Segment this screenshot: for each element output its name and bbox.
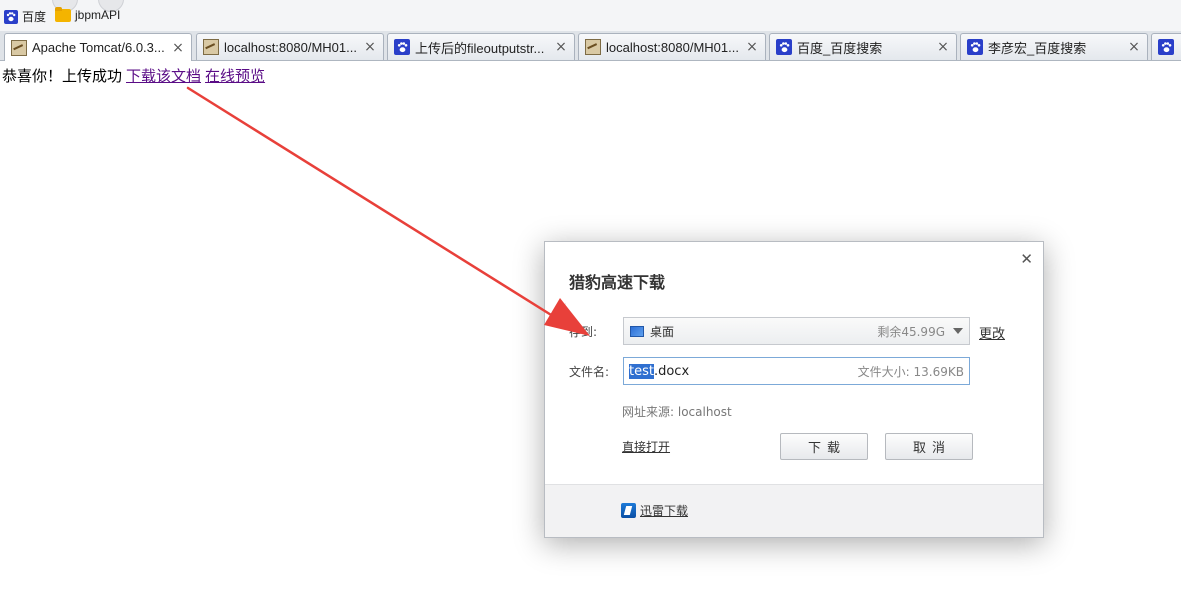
tab-title: localhost:8080/MH01... — [606, 39, 739, 55]
baidu-paw-icon — [776, 39, 792, 55]
baidu-paw-icon — [1158, 39, 1174, 55]
tomcat-icon — [585, 39, 601, 55]
download-dialog: 猎豹高速下载 ✕ 存到: 桌面 剩余45.99G 更改 文件名: test .do… — [544, 241, 1044, 538]
open-directly-link[interactable]: 直接打开 — [622, 438, 670, 455]
download-button[interactable]: 下载 — [780, 433, 868, 460]
filename-extension: .docx — [653, 363, 690, 379]
thunder-label: 迅雷下载 — [640, 504, 689, 518]
folder-icon — [55, 6, 71, 22]
tab-title: Apache Tomcat/6.0.3... — [32, 40, 165, 55]
file-size: 文件大小: 13.69KB — [857, 364, 964, 379]
success-message: 恭喜你！上传成功 — [2, 67, 123, 85]
bookmark-folder-jbpmapi[interactable]: jbpmAPI — [55, 6, 121, 22]
filename-label: 文件名: — [569, 365, 610, 379]
change-location-link[interactable]: 更改 — [979, 323, 1005, 342]
close-icon[interactable]: × — [363, 39, 377, 55]
save-to-label: 存到: — [569, 325, 598, 339]
tab-baidu-search[interactable]: 百度_百度搜索 × — [769, 33, 957, 60]
bookmark-baidu[interactable]: 百度 — [4, 8, 46, 25]
tab-localhost-2[interactable]: localhost:8080/MH01... × — [578, 33, 766, 60]
filename-field[interactable]: test .docx 文件大小: 13.69KB — [623, 357, 970, 385]
close-icon[interactable]: × — [1127, 39, 1141, 55]
close-icon[interactable]: × — [745, 39, 759, 55]
close-icon[interactable]: × — [936, 39, 950, 55]
download-document-link[interactable]: 下载该文档 — [126, 67, 201, 85]
tab-title: 百度_百度搜索 — [797, 40, 883, 56]
baidu-paw-icon — [4, 9, 18, 24]
tab-title: 上传后的fileoutputstr... — [415, 40, 545, 56]
tab-partial[interactable] — [1151, 33, 1181, 60]
tab-title: 李彦宏_百度搜索 — [988, 40, 1087, 56]
close-icon[interactable]: ✕ — [1020, 250, 1033, 268]
baidu-paw-icon — [394, 39, 410, 55]
chevron-down-icon — [953, 328, 963, 334]
source-url: 网址来源: localhost — [622, 405, 732, 419]
tab-fileoutputstream[interactable]: 上传后的fileoutputstr... × — [387, 33, 575, 60]
location-value: 桌面 — [650, 324, 675, 339]
baidu-paw-icon — [967, 39, 983, 55]
thunder-download-link[interactable]: 迅雷下载 — [621, 502, 688, 519]
close-icon[interactable]: × — [554, 39, 568, 55]
desktop-icon — [630, 325, 644, 337]
filename-selected-text: test — [629, 363, 654, 379]
bookmark-label: jbpmAPI — [75, 8, 121, 22]
thunder-icon — [621, 503, 636, 518]
tomcat-icon — [203, 39, 219, 55]
bookmark-label: 百度 — [22, 10, 47, 24]
tab-liyanhong-search[interactable]: 李彦宏_百度搜索 × — [960, 33, 1148, 60]
dialog-title: 猎豹高速下载 — [569, 273, 666, 292]
bookmarks-bar: 百度 jbpmAPI — [0, 0, 1181, 31]
dialog-footer: 迅雷下载 — [545, 484, 1043, 537]
tab-strip: Apache Tomcat/6.0.3... × localhost:8080/… — [0, 31, 1181, 61]
cancel-button[interactable]: 取消 — [885, 433, 973, 460]
save-location-select[interactable]: 桌面 剩余45.99G — [623, 317, 970, 345]
tomcat-icon — [11, 39, 27, 56]
tab-apache-tomcat[interactable]: Apache Tomcat/6.0.3... × — [4, 33, 192, 61]
page-content: 恭喜你！上传成功 下载该文档 在线预览 — [2, 66, 265, 86]
tab-title: localhost:8080/MH01... — [224, 39, 357, 55]
close-icon[interactable]: × — [171, 40, 185, 56]
online-preview-link[interactable]: 在线预览 — [205, 67, 265, 85]
free-space: 剩余45.99G — [877, 324, 945, 339]
tab-localhost-1[interactable]: localhost:8080/MH01... × — [196, 33, 384, 60]
